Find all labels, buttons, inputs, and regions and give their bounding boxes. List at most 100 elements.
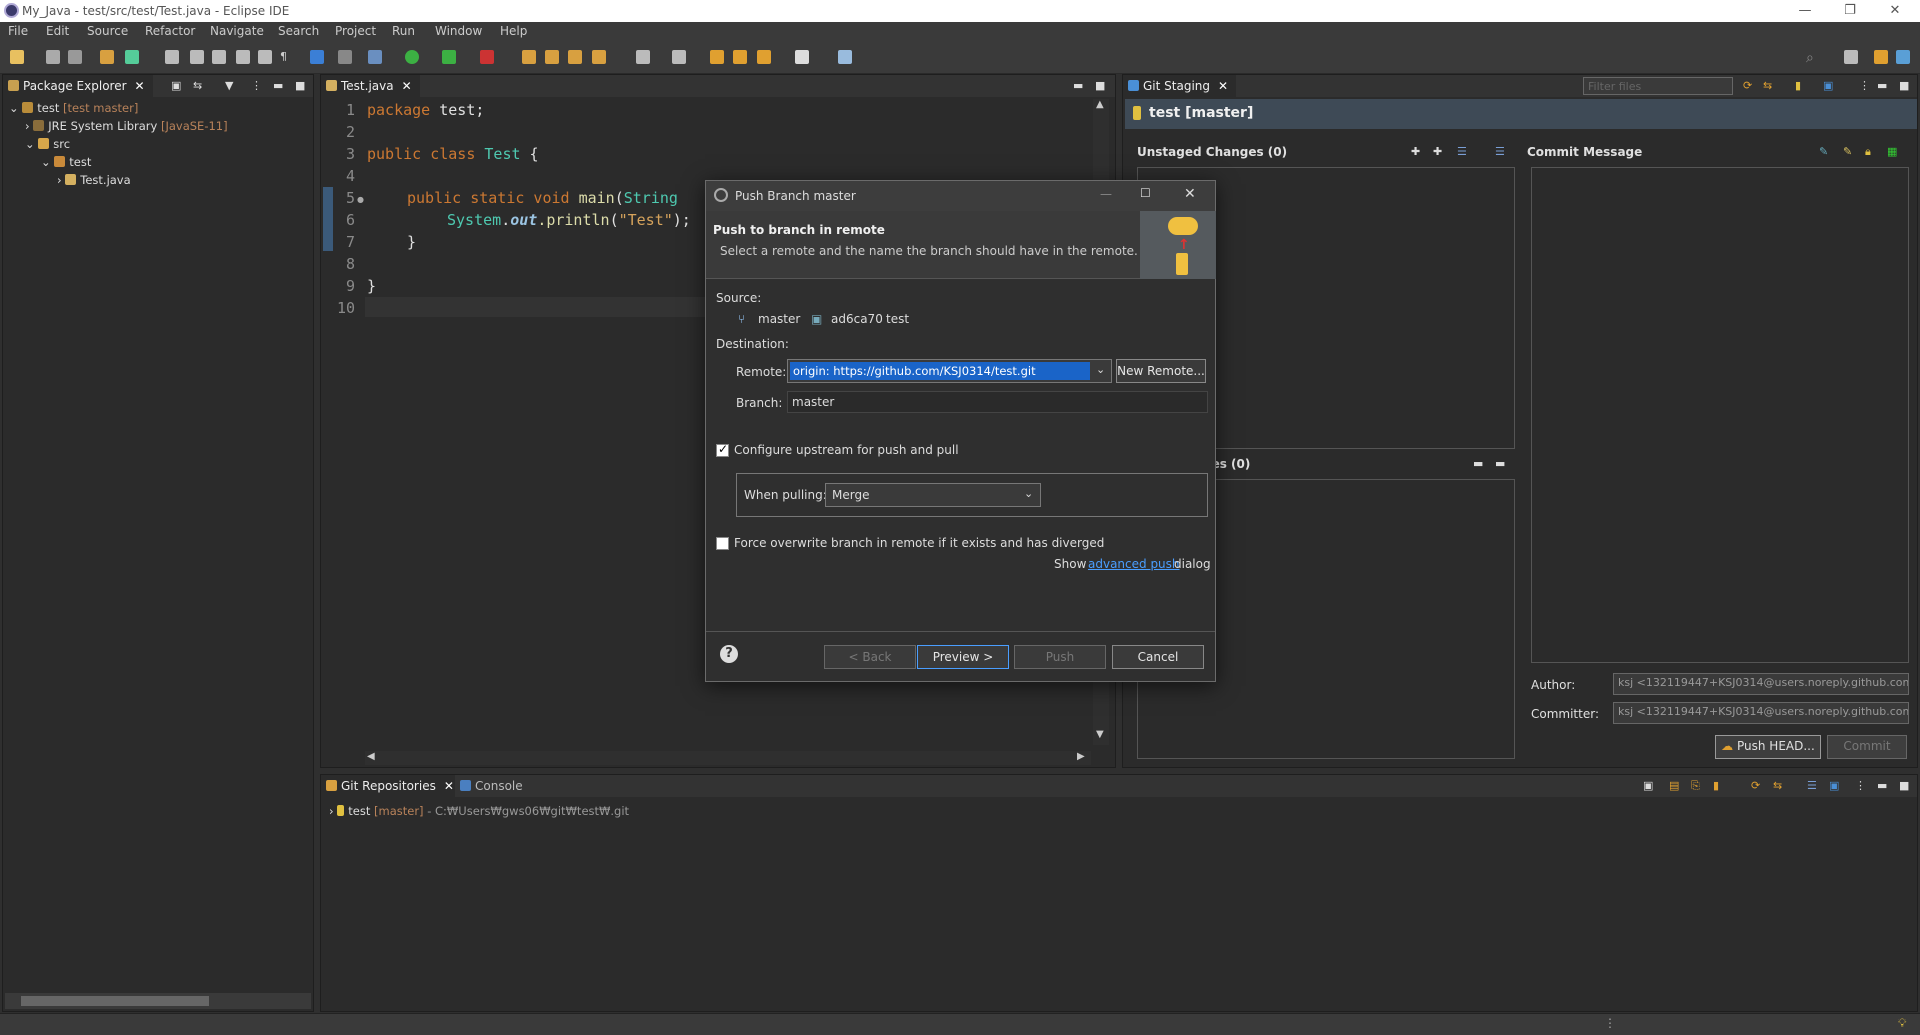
list-view-icon[interactable]: ☰	[1495, 145, 1505, 158]
git-repository-item[interactable]: › test [master] - C:₩Users₩gws06₩git₩tes…	[329, 804, 629, 818]
search-icon[interactable]: ⌕	[1806, 50, 1820, 66]
view-menu-icon[interactable]: ⋮	[1859, 79, 1870, 92]
open-type-icon[interactable]	[568, 50, 582, 64]
new-icon[interactable]	[10, 50, 24, 64]
refresh-icon[interactable]: ⟳	[1751, 779, 1760, 792]
signoff-icon[interactable]: 🔒︎	[1865, 145, 1871, 159]
stage-all-icon[interactable]: ✚	[1433, 145, 1442, 158]
code-line-7[interactable]: }	[407, 233, 416, 251]
chevron-down-icon[interactable]: ⌄	[1024, 487, 1033, 500]
preview-button[interactable]: Preview >	[917, 645, 1009, 669]
force-overwrite-checkbox[interactable]	[716, 537, 729, 550]
stage-icon[interactable]: ✚	[1411, 145, 1420, 158]
create-repo-icon[interactable]: ▮	[1713, 779, 1719, 792]
tree-item-src[interactable]: ⌄ src	[25, 137, 70, 151]
tree-item-package[interactable]: ⌄ test	[41, 155, 91, 169]
code-line-6[interactable]: System.out.println("Test");	[447, 211, 691, 229]
view-menu-icon[interactable]: ⋮	[251, 79, 262, 92]
new-class-icon[interactable]	[545, 50, 559, 64]
close-tab-icon[interactable]: ✕	[444, 779, 454, 793]
author-field[interactable]: ksj <132119447+KSJ0314@users.noreply.git…	[1613, 673, 1909, 695]
presentation-icon[interactable]: ▣	[1823, 79, 1833, 92]
view-menu-icon[interactable]: ⋮	[1855, 779, 1866, 792]
menu-refactor[interactable]: Refactor	[145, 24, 195, 38]
code-line-5[interactable]: public static void main(String	[407, 189, 678, 207]
restore-icon[interactable]: ❐	[1835, 2, 1865, 20]
scroll-left-icon[interactable]: ◀	[367, 751, 375, 762]
tab-console[interactable]: Console	[455, 775, 531, 797]
maximize-view-icon[interactable]: ■	[295, 79, 305, 92]
collapse-all-icon[interactable]: ▣	[171, 79, 181, 92]
refresh-icon[interactable]: ⟳	[1743, 79, 1752, 92]
when-pulling-select[interactable]: Merge ⌄	[825, 483, 1041, 507]
close-window-icon[interactable]: ✕	[1880, 2, 1910, 20]
maximize-view-icon[interactable]: ■	[1095, 79, 1105, 92]
git-perspective-icon[interactable]	[1896, 50, 1910, 64]
link-selection-icon[interactable]: ⇆	[1763, 79, 1772, 92]
collapse-all-icon[interactable]: ▣	[1643, 779, 1653, 792]
open-task-icon[interactable]	[592, 50, 606, 64]
scroll-up-icon[interactable]: ▲	[1096, 99, 1104, 110]
new-remote-button[interactable]: New Remote...	[1116, 359, 1206, 383]
tab-git-staging[interactable]: Git Staging ✕	[1123, 75, 1237, 97]
push-head-button[interactable]: ☁ Push HEAD...	[1715, 735, 1821, 759]
unstage-all-icon[interactable]: ▬	[1495, 457, 1505, 470]
menu-help[interactable]: Help	[500, 24, 527, 38]
tree-view-icon[interactable]: ☰	[1807, 779, 1817, 792]
focus-icon[interactable]	[310, 50, 324, 64]
minimize-view-icon[interactable]: ▬	[273, 79, 283, 92]
close-tab-icon[interactable]: ✕	[402, 79, 412, 93]
menu-navigate[interactable]: Navigate	[210, 24, 264, 38]
horizontal-scrollbar[interactable]: ◀ ▶	[365, 751, 1091, 765]
commit-message-area[interactable]	[1531, 167, 1909, 663]
save-all-icon[interactable]	[68, 50, 82, 64]
java-perspective-icon[interactable]	[1874, 50, 1888, 64]
unstage-icon[interactable]: ▬	[1473, 457, 1483, 470]
refresh-icon[interactable]	[125, 50, 139, 64]
chevron-down-icon[interactable]: ⌄	[1096, 363, 1105, 376]
prev-edit-icon[interactable]	[710, 50, 724, 64]
forward-icon[interactable]	[795, 50, 809, 64]
code-line-1[interactable]: package test;	[367, 101, 484, 119]
link-selection-icon[interactable]: ⇆	[1773, 779, 1782, 792]
scrollbar-thumb[interactable]	[21, 996, 209, 1006]
code-line-3[interactable]: public class Test {	[367, 145, 539, 163]
save-icon[interactable]	[46, 50, 60, 64]
configure-upstream-label[interactable]: Configure upstream for push and pull	[734, 443, 959, 457]
commit-button[interactable]: Commit	[1827, 735, 1907, 759]
external-tools-icon[interactable]	[480, 50, 494, 64]
menu-source[interactable]: Source	[87, 24, 128, 38]
minimize-icon[interactable]: —	[1790, 2, 1820, 20]
menu-file[interactable]: File	[8, 24, 28, 38]
format-icon[interactable]	[258, 50, 272, 64]
tab-package-explorer[interactable]: Package Explorer ✕	[3, 75, 153, 97]
menu-run[interactable]: Run	[392, 24, 415, 38]
back-button[interactable]: < Back	[824, 645, 916, 669]
code-line-9[interactable]: }	[367, 277, 376, 295]
committer-field[interactable]: ksj <132119447+KSJ0314@users.noreply.git…	[1613, 702, 1909, 724]
clone-repo-icon[interactable]: ⎘	[1691, 779, 1700, 793]
search-tool-icon[interactable]	[636, 50, 650, 64]
close-tab-icon[interactable]: ✕	[1218, 79, 1228, 93]
debug-icon[interactable]	[368, 50, 382, 64]
menu-window[interactable]: Window	[435, 24, 482, 38]
tip-icon[interactable]: 💡︎	[1898, 1016, 1906, 1031]
back-icon[interactable]	[757, 50, 771, 64]
open-console-icon[interactable]	[838, 50, 852, 64]
remote-select[interactable]: origin: https://github.com/KSJ0314/test.…	[787, 359, 1112, 383]
block-icon[interactable]	[236, 50, 250, 64]
close-tab-icon[interactable]: ✕	[135, 79, 145, 93]
toggle-icon[interactable]	[165, 50, 179, 64]
annotation-icon[interactable]	[672, 50, 686, 64]
scroll-right-icon[interactable]: ▶	[1077, 751, 1085, 762]
help-icon[interactable]: ?	[720, 645, 738, 663]
filter-icon[interactable]: ▼	[225, 79, 233, 92]
filter-files-input[interactable]: Filter files	[1583, 77, 1733, 95]
edit-icon[interactable]	[190, 50, 204, 64]
menu-project[interactable]: Project	[335, 24, 376, 38]
horizontal-scrollbar[interactable]	[5, 993, 311, 1009]
amend-icon[interactable]: ✎	[1843, 145, 1852, 158]
run-icon[interactable]	[405, 50, 419, 64]
cancel-button[interactable]: Cancel	[1112, 645, 1204, 669]
scroll-down-icon[interactable]: ▼	[1096, 729, 1104, 740]
